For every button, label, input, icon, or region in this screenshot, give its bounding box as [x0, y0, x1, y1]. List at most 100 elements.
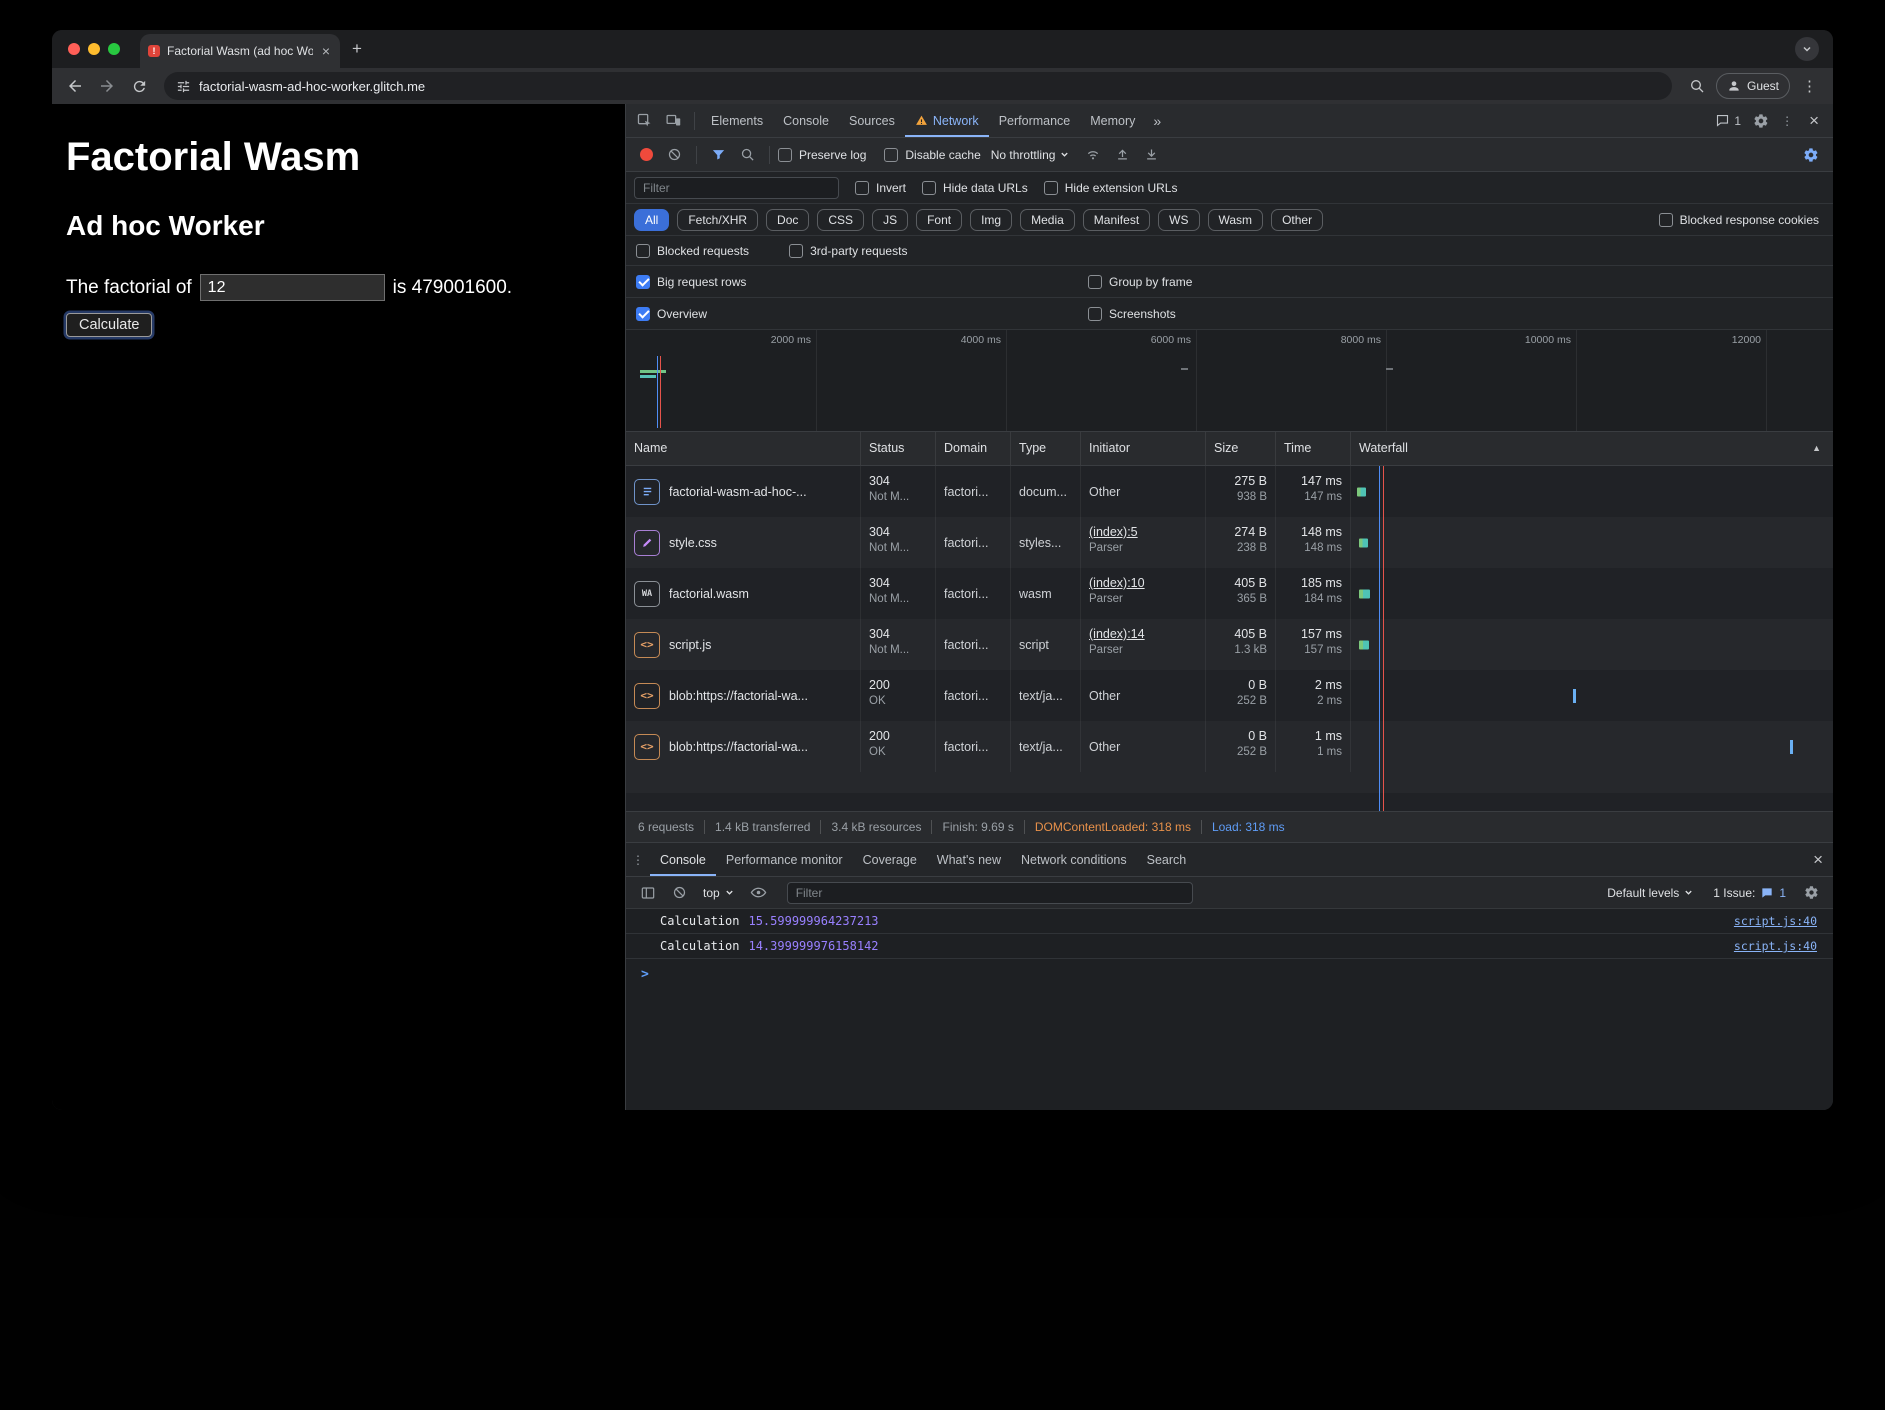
throttling-dropdown[interactable]: No throttling [983, 148, 1078, 162]
filter-chip-all[interactable]: All [634, 209, 669, 231]
tab-console[interactable]: Console [773, 104, 839, 137]
blocked-requests-checkbox[interactable]: Blocked requests [636, 244, 749, 258]
column-header-initiator[interactable]: Initiator [1081, 432, 1206, 465]
column-header-name[interactable]: Name [626, 432, 861, 465]
console-prompt[interactable]: > [626, 959, 1833, 982]
minimize-window-button[interactable] [88, 43, 100, 55]
tab-network[interactable]: Network [905, 104, 989, 137]
network-request-row[interactable]: WA factorial.wasm 304Not M... factori...… [626, 568, 1833, 619]
filter-chip-other[interactable]: Other [1271, 209, 1323, 231]
clear-network-log-button[interactable] [661, 147, 688, 162]
screenshots-checkbox[interactable]: Screenshots [1088, 307, 1176, 321]
console-filter-input[interactable] [787, 882, 1193, 904]
initiator-link[interactable]: (index):5 [1089, 525, 1197, 539]
search-icon[interactable] [1684, 73, 1710, 99]
network-filter-input[interactable] [634, 177, 839, 199]
more-tabs-button[interactable]: » [1145, 113, 1169, 129]
network-request-row[interactable]: <> script.js 304Not M... factori... scri… [626, 619, 1833, 670]
console-source-link[interactable]: script.js:40 [1734, 939, 1817, 953]
hide-data-urls-checkbox[interactable]: Hide data URLs [922, 181, 1028, 195]
calculate-button[interactable]: Calculate [66, 313, 152, 337]
initiator-link[interactable]: (index):14 [1089, 627, 1197, 641]
blocked-response-cookies-checkbox[interactable]: Blocked response cookies [1659, 213, 1825, 227]
drawer-close-button[interactable]: × [1803, 850, 1833, 870]
filter-chip-font[interactable]: Font [916, 209, 962, 231]
preserve-log-checkbox[interactable]: Preserve log [778, 148, 866, 162]
execution-context-dropdown[interactable]: top [697, 886, 740, 900]
tab-elements[interactable]: Elements [701, 104, 773, 137]
record-network-log-button[interactable] [640, 148, 653, 161]
filter-chip-img[interactable]: Img [970, 209, 1012, 231]
site-settings-icon[interactable] [176, 79, 191, 94]
network-request-row[interactable]: style.css 304Not M... factori... styles.… [626, 517, 1833, 568]
network-overview-timeline[interactable]: 2000 ms 4000 ms 6000 ms 8000 ms 10000 ms… [626, 330, 1833, 432]
live-expression-eye-button[interactable] [744, 884, 773, 901]
filter-chip-manifest[interactable]: Manifest [1083, 209, 1150, 231]
tab-performance[interactable]: Performance [989, 104, 1081, 137]
drawer-tab-performance-monitor[interactable]: Performance monitor [716, 843, 853, 876]
reload-button[interactable] [126, 73, 152, 99]
drawer-tab-network-conditions[interactable]: Network conditions [1011, 843, 1137, 876]
filter-chip-media[interactable]: Media [1020, 209, 1075, 231]
device-toolbar-button[interactable] [659, 112, 688, 129]
console-settings-button[interactable] [1798, 885, 1825, 900]
issues-button[interactable]: 1 Issue: 1 [1705, 886, 1794, 900]
filter-chip-fetch-xhr[interactable]: Fetch/XHR [677, 209, 758, 231]
drawer-tab-search[interactable]: Search [1137, 843, 1197, 876]
console-source-link[interactable]: script.js:40 [1734, 914, 1817, 928]
issues-counter-button[interactable]: 1 [1709, 113, 1747, 128]
filter-toggle-button[interactable] [705, 147, 732, 162]
close-window-button[interactable] [68, 43, 80, 55]
tab-search-button[interactable] [1795, 37, 1819, 61]
column-header-status[interactable]: Status [861, 432, 936, 465]
network-settings-button[interactable] [1797, 147, 1825, 163]
filter-chip-css[interactable]: CSS [817, 209, 864, 231]
network-conditions-button[interactable] [1079, 147, 1107, 163]
tab-memory[interactable]: Memory [1080, 104, 1145, 137]
profile-button[interactable]: Guest [1716, 73, 1790, 99]
inspect-element-button[interactable] [630, 112, 659, 129]
filter-chip-ws[interactable]: WS [1158, 209, 1199, 231]
invert-checkbox[interactable]: Invert [855, 181, 906, 195]
maximize-window-button[interactable] [108, 43, 120, 55]
devtools-close-button[interactable]: × [1799, 111, 1829, 131]
forward-button[interactable] [94, 73, 120, 99]
third-party-requests-checkbox[interactable]: 3rd-party requests [789, 244, 907, 258]
big-request-rows-checkbox[interactable]: Big request rows [636, 275, 1088, 289]
drawer-tab-whats-new[interactable]: What's new [927, 843, 1011, 876]
drawer-tab-console[interactable]: Console [650, 843, 716, 876]
network-search-button[interactable] [734, 147, 761, 162]
drawer-menu-button[interactable]: ⋮ [626, 853, 650, 867]
disable-cache-checkbox[interactable]: Disable cache [884, 148, 980, 162]
tab-sources[interactable]: Sources [839, 104, 905, 137]
console-sidebar-toggle-button[interactable] [634, 885, 662, 901]
network-request-row[interactable]: <> blob:https://factorial-wa... 200OK fa… [626, 670, 1833, 721]
column-header-waterfall[interactable]: Waterfall ▲ [1351, 432, 1833, 465]
network-request-row[interactable]: factorial-wasm-ad-hoc-... 304Not M... fa… [626, 466, 1833, 517]
group-by-frame-checkbox[interactable]: Group by frame [1088, 275, 1192, 289]
address-bar[interactable]: factorial-wasm-ad-hoc-worker.glitch.me [164, 72, 1672, 100]
filter-chip-doc[interactable]: Doc [766, 209, 809, 231]
export-har-button[interactable] [1109, 147, 1136, 162]
column-header-type[interactable]: Type [1011, 432, 1081, 465]
column-header-time[interactable]: Time [1276, 432, 1351, 465]
clear-console-button[interactable] [666, 885, 693, 900]
devtools-settings-button[interactable] [1747, 113, 1775, 129]
new-tab-button[interactable]: + [340, 39, 374, 59]
overview-checkbox[interactable]: Overview [636, 307, 1088, 321]
filter-chip-js[interactable]: JS [872, 209, 908, 231]
network-request-row[interactable]: <> blob:https://factorial-wa... 200OK fa… [626, 721, 1833, 772]
hide-extension-urls-checkbox[interactable]: Hide extension URLs [1044, 181, 1178, 195]
browser-tab[interactable]: ! Factorial Wasm (ad hoc Work × [140, 34, 340, 68]
browser-menu-button[interactable]: ⋮ [1796, 77, 1823, 95]
column-header-domain[interactable]: Domain [936, 432, 1011, 465]
import-har-button[interactable] [1138, 147, 1165, 162]
log-levels-dropdown[interactable]: Default levels [1599, 886, 1701, 900]
factorial-input[interactable] [200, 274, 385, 301]
initiator-link[interactable]: (index):10 [1089, 576, 1197, 590]
column-header-size[interactable]: Size [1206, 432, 1276, 465]
back-button[interactable] [62, 73, 88, 99]
drawer-tab-coverage[interactable]: Coverage [853, 843, 927, 876]
filter-chip-wasm[interactable]: Wasm [1208, 209, 1264, 231]
devtools-menu-button[interactable]: ⋮ [1775, 114, 1799, 128]
